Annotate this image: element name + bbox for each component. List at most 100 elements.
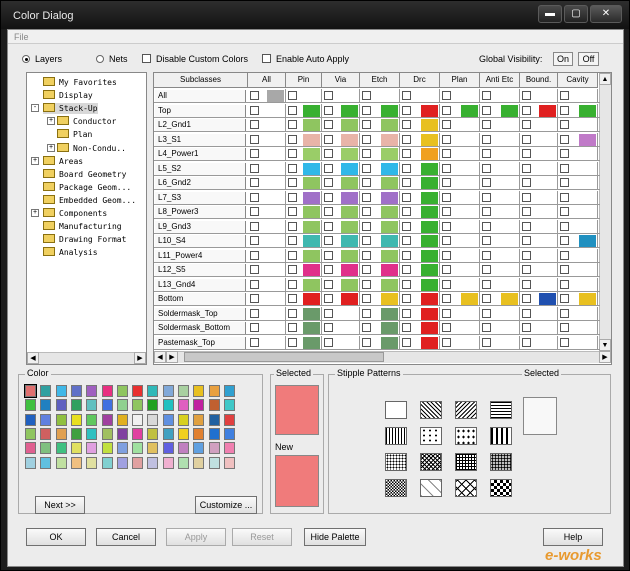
visibility-checkbox[interactable] [560,279,569,289]
visibility-checkbox[interactable] [442,134,451,144]
palette-color[interactable] [223,456,235,469]
visibility-checkbox[interactable] [442,221,451,231]
color-swatch[interactable] [579,104,596,117]
visibility-checkbox[interactable] [522,265,531,274]
visibility-checkbox[interactable] [560,134,569,144]
color-swatch[interactable] [421,322,438,334]
color-swatch[interactable] [421,220,438,233]
palette-color[interactable] [193,442,205,455]
minimize-button[interactable]: ▬ [538,5,562,23]
palette-color[interactable] [162,413,174,426]
palette-color[interactable] [132,385,144,397]
palette-color[interactable] [116,427,128,440]
visibility-checkbox[interactable] [560,120,569,129]
visibility-checkbox[interactable] [324,120,333,129]
tree-expander-icon[interactable]: - [31,104,39,113]
color-swatch[interactable] [501,119,518,131]
color-swatch[interactable] [501,177,518,189]
stipple-pattern[interactable] [420,427,442,445]
visibility-checkbox[interactable] [250,149,259,158]
visibility-checkbox[interactable] [560,192,569,202]
visibility-checkbox[interactable] [362,120,371,129]
stipple-pattern[interactable] [420,401,442,419]
stipple-pattern[interactable] [385,401,407,419]
color-swatch[interactable] [421,235,438,247]
palette-color[interactable] [40,385,52,397]
tree-node[interactable]: Non-Condu.. [57,142,126,154]
color-swatch[interactable] [267,337,284,349]
color-swatch[interactable] [381,220,398,233]
visibility-checkbox[interactable] [522,337,531,347]
color-swatch[interactable] [341,177,358,189]
visibility-checkbox[interactable] [402,134,411,144]
color-swatch[interactable] [267,235,284,247]
visibility-checkbox[interactable] [324,105,333,115]
stipple-pattern[interactable] [455,401,477,419]
color-swatch[interactable] [539,177,556,189]
visibility-checkbox[interactable] [324,163,333,173]
visibility-checkbox[interactable] [250,279,259,289]
color-swatch[interactable] [579,279,596,291]
palette-color[interactable] [116,456,128,469]
visibility-checkbox[interactable] [402,308,411,318]
color-swatch[interactable] [461,134,478,146]
color-swatch[interactable] [539,148,556,160]
palette-color[interactable] [223,399,235,412]
palette-color[interactable] [101,399,113,412]
visibility-checkbox[interactable] [288,149,297,158]
visibility-checkbox[interactable] [288,120,297,129]
maximize-button[interactable]: ▢ [564,5,588,23]
color-swatch[interactable] [303,133,320,146]
palette-color[interactable] [223,442,235,455]
visibility-checkbox[interactable] [522,149,531,158]
visibility-checkbox[interactable] [522,91,531,100]
color-swatch[interactable] [303,235,320,247]
visibility-checkbox[interactable] [250,250,259,260]
color-swatch[interactable] [579,119,596,131]
color-swatch[interactable] [421,191,438,204]
visibility-checkbox[interactable] [250,221,259,231]
color-swatch[interactable] [461,163,478,175]
stipple-pattern[interactable] [420,453,442,471]
visibility-checkbox[interactable] [442,250,451,260]
color-swatch[interactable] [579,192,596,204]
grid-column-header[interactable]: All [248,73,286,88]
visibility-checkbox[interactable] [324,178,333,187]
visibility-checkbox[interactable] [288,308,297,318]
visibility-checkbox[interactable] [250,207,259,216]
visibility-checkbox[interactable] [442,323,451,332]
visibility-checkbox[interactable] [250,134,259,144]
visibility-checkbox[interactable] [522,134,531,144]
color-swatch[interactable] [303,249,320,262]
color-swatch[interactable] [461,148,478,160]
visibility-checkbox[interactable] [324,221,333,231]
palette-color[interactable] [208,413,220,426]
color-swatch[interactable] [539,279,556,291]
palette-color[interactable] [147,399,159,412]
color-swatch[interactable] [303,278,320,291]
visibility-checkbox[interactable] [482,91,491,100]
tree-node[interactable]: Board Geometry [43,168,126,180]
palette-color[interactable] [116,399,128,412]
palette-color[interactable] [208,385,220,397]
color-swatch[interactable] [461,279,478,291]
visibility-checkbox[interactable] [362,192,371,202]
color-swatch[interactable] [501,322,518,334]
visibility-checkbox[interactable] [362,294,371,303]
color-swatch[interactable] [303,293,320,305]
grid-column-header[interactable]: Cavity [558,73,598,88]
color-swatch[interactable] [341,191,358,204]
palette-color[interactable] [86,413,98,426]
visibility-checkbox[interactable] [482,192,491,202]
visibility-checkbox[interactable] [402,250,411,260]
visibility-checkbox[interactable] [362,91,371,100]
color-swatch[interactable] [539,322,556,334]
color-swatch[interactable] [539,90,556,102]
visibility-checkbox[interactable] [324,265,333,274]
palette-color[interactable] [178,427,189,440]
visibility-checkbox[interactable] [560,294,569,303]
color-swatch[interactable] [461,337,478,349]
palette-color[interactable] [101,442,113,455]
ok-button[interactable]: OK [26,528,86,546]
visibility-checkbox[interactable] [402,105,411,115]
